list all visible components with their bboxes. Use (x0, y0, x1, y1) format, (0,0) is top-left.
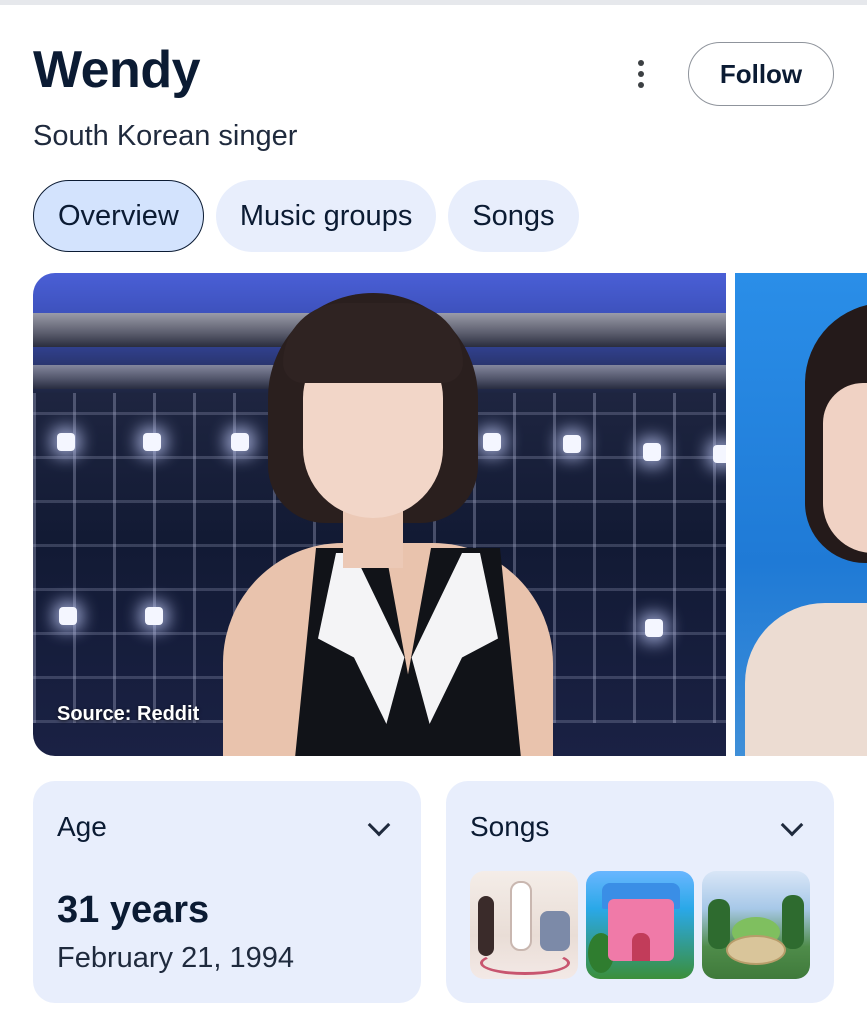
stage-light (57, 433, 75, 451)
main-photo[interactable]: Source: Reddit (33, 273, 726, 756)
secondary-photo[interactable] (735, 273, 867, 756)
follow-button[interactable]: Follow (688, 42, 834, 106)
swirl-graphic (480, 951, 570, 975)
tab-bar: Overview Music groups Songs (33, 180, 579, 252)
song-thumbnail[interactable] (586, 871, 694, 979)
birth-date: February 21, 1994 (57, 942, 294, 974)
stage-light (645, 619, 663, 637)
bangs (283, 303, 463, 383)
chevron-down-icon[interactable] (780, 813, 804, 837)
fountain (726, 935, 786, 965)
songs-card[interactable]: Songs (446, 781, 834, 1003)
age-card-title: Age (57, 811, 107, 842)
song-thumbnail[interactable] (702, 871, 810, 979)
more-options-icon[interactable] (622, 54, 660, 94)
chevron-down-icon[interactable] (367, 813, 391, 837)
dot (638, 82, 644, 88)
entity-subtitle: South Korean singer (33, 120, 298, 152)
door (632, 933, 650, 961)
stage-light (643, 443, 661, 461)
tab-music-groups[interactable]: Music groups (215, 180, 437, 252)
stage-light (143, 433, 161, 451)
age-value: 31 years (57, 889, 210, 931)
figure (510, 881, 532, 951)
songs-card-title: Songs (470, 811, 550, 842)
stage-light (563, 435, 581, 453)
photo-source: Source: Reddit (57, 703, 200, 725)
figure (540, 911, 570, 951)
singer-figure (223, 293, 553, 756)
tab-overview[interactable]: Overview (33, 180, 204, 252)
stage-light (713, 445, 726, 463)
figure (478, 896, 494, 956)
stage-light (145, 607, 163, 625)
dot (638, 71, 644, 77)
tree (708, 899, 730, 949)
entity-title: Wendy (33, 41, 201, 99)
stage-light (59, 607, 77, 625)
face (823, 383, 867, 553)
body (745, 603, 867, 756)
song-thumbnail[interactable] (470, 871, 578, 979)
age-card[interactable]: Age 31 years February 21, 1994 (33, 781, 421, 1003)
song-thumbnails (470, 871, 810, 979)
tab-songs[interactable]: Songs (448, 180, 579, 252)
tree (782, 895, 804, 949)
top-divider (0, 0, 867, 5)
dot (638, 60, 644, 66)
